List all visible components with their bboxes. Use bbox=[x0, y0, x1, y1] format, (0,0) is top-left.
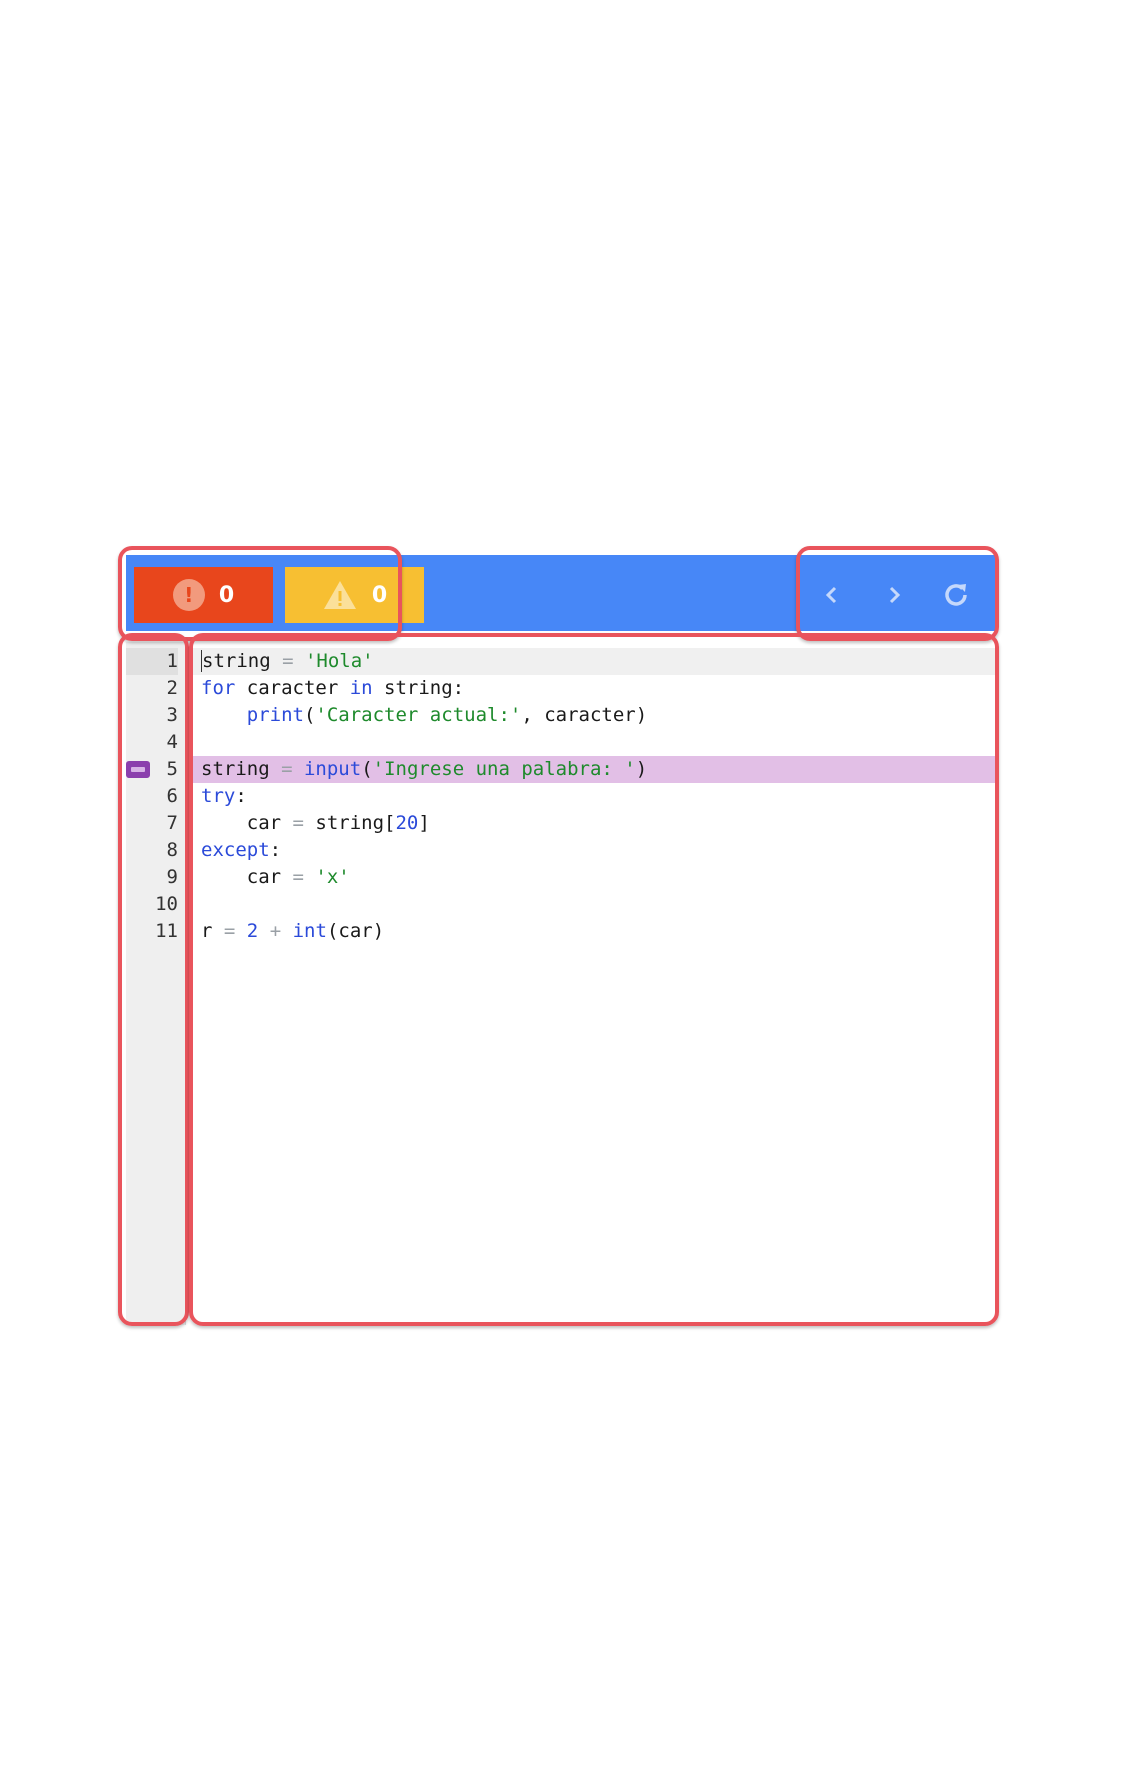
code-token: except bbox=[201, 839, 270, 861]
editor-toolbar: ! 0 0 bbox=[126, 555, 995, 631]
code-token: = bbox=[281, 758, 293, 780]
code-token: 2 bbox=[246, 920, 259, 942]
code-token: ( bbox=[303, 704, 316, 726]
warning-count: 0 bbox=[371, 582, 388, 608]
line-number: 11 bbox=[155, 920, 178, 942]
code-token: 'Hola' bbox=[304, 650, 374, 672]
line-number: 4 bbox=[166, 731, 178, 753]
code-token: 20 bbox=[395, 812, 419, 834]
code-line[interactable] bbox=[187, 729, 995, 756]
code-token: = bbox=[292, 866, 304, 888]
line-number: 1 bbox=[126, 648, 178, 675]
code-token: : bbox=[269, 839, 282, 861]
chevron-right-icon bbox=[889, 586, 901, 604]
code-token: 'x' bbox=[315, 866, 350, 888]
error-count: 0 bbox=[218, 582, 235, 608]
code-token: in bbox=[349, 677, 373, 699]
code-token: : bbox=[235, 785, 247, 807]
line-number: 7 bbox=[166, 812, 178, 834]
code-token: ) bbox=[635, 758, 648, 780]
code-token: = bbox=[223, 920, 236, 942]
breakpoint-icon[interactable] bbox=[126, 761, 150, 778]
code-line[interactable]: print('Caracter actual:', caracter) bbox=[187, 702, 995, 729]
code-line[interactable]: string = 'Hola' bbox=[187, 648, 995, 675]
code-token: ( bbox=[361, 758, 373, 780]
code-line[interactable]: for caracter in string: bbox=[187, 675, 995, 702]
line-number: 9 bbox=[166, 866, 178, 888]
code-line[interactable]: except: bbox=[187, 837, 995, 864]
line-number: 6 bbox=[166, 785, 178, 807]
next-button[interactable] bbox=[870, 567, 918, 623]
code-token: string bbox=[201, 650, 283, 672]
code-token: string: bbox=[372, 677, 465, 699]
line-number: 2 bbox=[166, 677, 178, 699]
code-token: string[ bbox=[303, 812, 396, 834]
errors-button[interactable]: ! 0 bbox=[134, 567, 273, 623]
code-token: ] bbox=[418, 812, 430, 834]
line-number: 3 bbox=[166, 704, 178, 726]
warning-icon bbox=[323, 581, 356, 609]
line-number: 8 bbox=[166, 839, 178, 861]
code-token: 'Caracter actual:' bbox=[315, 704, 522, 726]
code-token: + bbox=[269, 920, 282, 942]
code-token: for bbox=[201, 677, 236, 699]
line-number: 10 bbox=[155, 893, 178, 915]
code-token: = bbox=[282, 650, 294, 672]
reload-button[interactable] bbox=[932, 567, 980, 623]
previous-button[interactable] bbox=[808, 567, 856, 623]
code-token: , caracter) bbox=[521, 704, 648, 726]
code-token: caracter bbox=[235, 677, 350, 699]
code-token: r bbox=[201, 920, 224, 942]
code-token: (car) bbox=[326, 920, 385, 942]
code-token: input bbox=[303, 758, 362, 780]
code-line[interactable] bbox=[187, 891, 995, 918]
code-token: string bbox=[201, 758, 282, 780]
reload-icon bbox=[945, 584, 967, 606]
warnings-button[interactable]: 0 bbox=[285, 567, 424, 623]
error-icon: ! bbox=[172, 579, 205, 611]
code-editor: ! 0 0 1 2 3 4 5 6 7 8 9 10 11 string = '… bbox=[126, 555, 995, 1325]
code-token: 'Ingrese una palabra: ' bbox=[372, 758, 636, 780]
code-line[interactable]: string = input('Ingrese una palabra: ') bbox=[187, 756, 995, 783]
code-token: print bbox=[246, 704, 304, 726]
line-number: 5 bbox=[126, 756, 178, 783]
code-token: = bbox=[292, 812, 304, 834]
code-line[interactable]: car = 'x' bbox=[187, 864, 995, 891]
line-number-gutter: 1 2 3 4 5 6 7 8 9 10 11 bbox=[126, 642, 186, 1325]
code-token: int bbox=[292, 920, 327, 942]
code-line[interactable]: car = string[20] bbox=[187, 810, 995, 837]
code-area[interactable]: string = 'Hola' for caracter in string: p… bbox=[187, 642, 995, 1325]
code-token: car bbox=[201, 812, 293, 834]
code-line[interactable]: try: bbox=[187, 783, 995, 810]
code-line[interactable]: r = 2 + int(car) bbox=[187, 918, 995, 945]
code-token: car bbox=[201, 866, 293, 888]
chevron-left-icon bbox=[825, 586, 837, 604]
code-token: try bbox=[201, 785, 236, 807]
